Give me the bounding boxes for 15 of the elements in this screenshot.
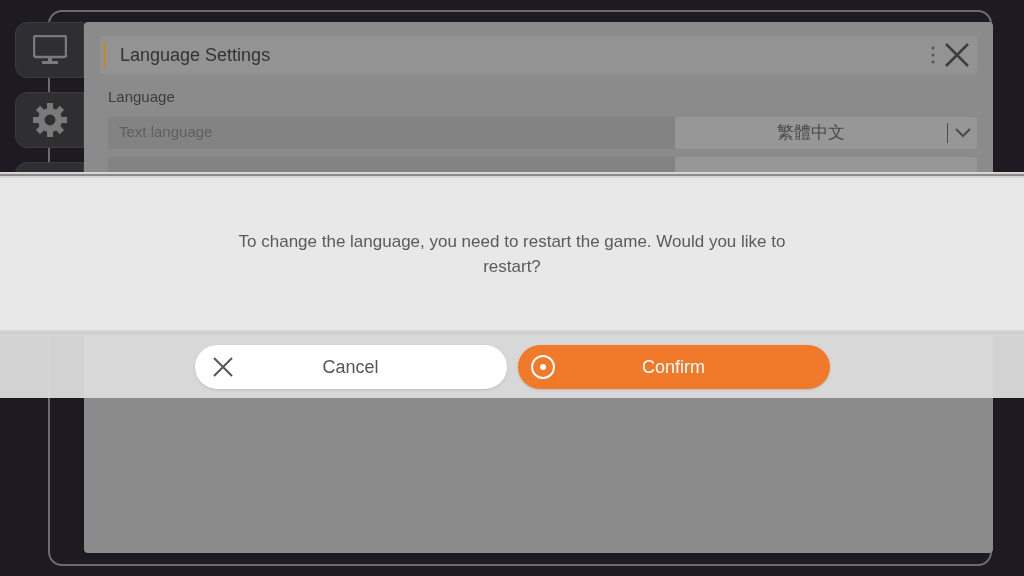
dialog-message: To change the language, you need to restart the game. Would you like to restart?: [237, 231, 787, 278]
target-icon: [529, 354, 556, 380]
close-icon[interactable]: [945, 43, 969, 67]
gear-icon: [31, 102, 68, 138]
confirm-button[interactable]: Confirm: [517, 345, 830, 389]
sidebar-tab[interactable]: [15, 92, 84, 148]
more-icon[interactable]: [931, 46, 935, 64]
section-label: Language: [108, 87, 176, 107]
chevron-down-icon: [955, 127, 971, 138]
sidebar-tab[interactable]: [15, 22, 84, 78]
cancel-button[interactable]: Cancel: [194, 345, 507, 389]
monitor-icon: [32, 35, 67, 65]
language-dropdown[interactable]: 繁體中文: [675, 116, 977, 149]
close-icon: [211, 356, 234, 378]
panel-title: Language Settings: [120, 43, 271, 67]
